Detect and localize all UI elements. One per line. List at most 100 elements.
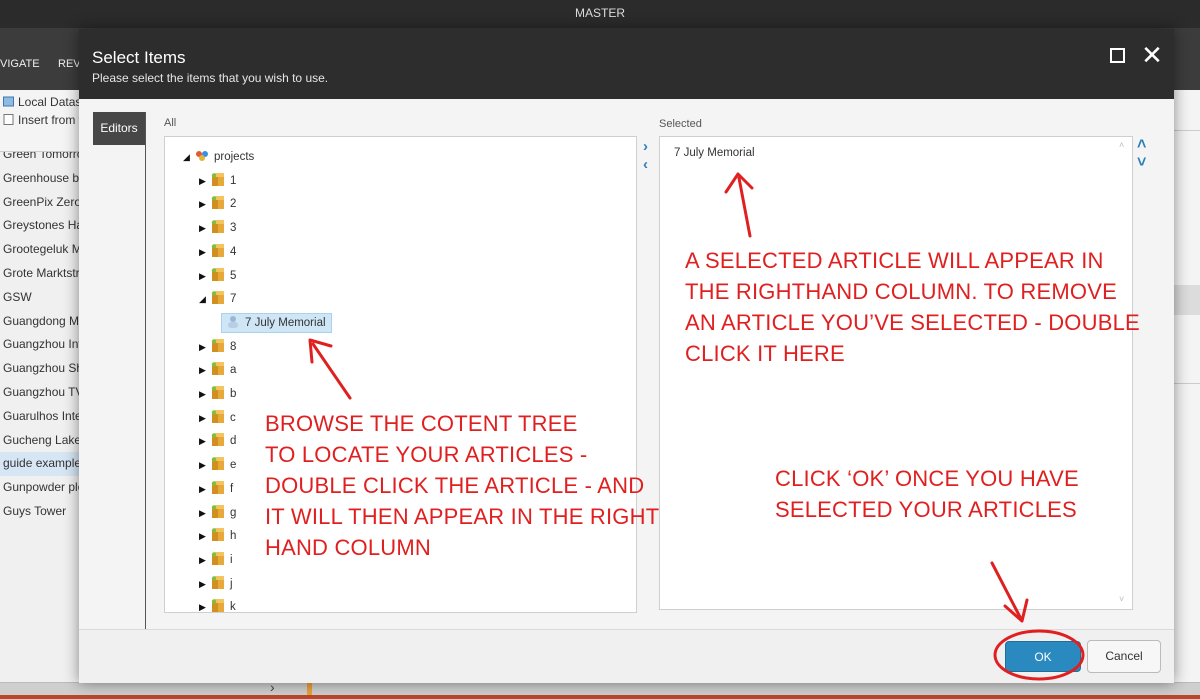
right-panel-strip bbox=[1174, 285, 1200, 315]
tree-item-content: d bbox=[211, 433, 236, 447]
tree-item-label: a bbox=[230, 364, 237, 377]
scroll-down-icon[interactable]: ˅ bbox=[1119, 594, 1124, 604]
list-item[interactable]: Green Tomorro bbox=[0, 152, 80, 167]
list-item[interactable]: GreenPix Zero bbox=[0, 191, 80, 215]
tree-item-content: 8 bbox=[211, 338, 236, 353]
divider bbox=[1174, 383, 1200, 384]
expand-arrow-icon[interactable]: ▶ bbox=[199, 384, 211, 404]
list-item[interactable]: Gucheng Lake bbox=[0, 429, 80, 453]
list-item[interactable]: guide example bbox=[0, 452, 80, 477]
close-icon[interactable]: ✕ bbox=[1141, 41, 1163, 69]
tree-item-content: 7 bbox=[211, 291, 236, 305]
tree-item[interactable]: ◢ 7 bbox=[199, 289, 236, 309]
list-item[interactable]: Grootegeluk M bbox=[0, 238, 80, 262]
tree-item[interactable]: ▶ b bbox=[199, 384, 236, 404]
tree-item[interactable]: ▶ 4 bbox=[199, 242, 236, 262]
tree-item-label: projects bbox=[214, 151, 255, 163]
list-item[interactable]: Greenhouse by bbox=[0, 167, 80, 191]
divider bbox=[145, 112, 146, 629]
selected-list[interactable]: 7 July Memorial ˄ ˅ bbox=[659, 136, 1133, 610]
list-item[interactable]: Guangdong Mu bbox=[0, 310, 80, 334]
list-item[interactable]: Gunpowder plo bbox=[0, 476, 80, 500]
ribbon-tab-navigate[interactable]: VIGATE bbox=[0, 58, 40, 70]
tree-item-content: 7 July Memorial bbox=[221, 312, 332, 333]
projects-icon bbox=[196, 151, 208, 161]
ok-button[interactable]: OK bbox=[1005, 641, 1081, 672]
move-up-button[interactable]: ˄ bbox=[1137, 137, 1146, 153]
expand-arrow-icon[interactable]: ▶ bbox=[199, 360, 211, 380]
cancel-button[interactable]: Cancel bbox=[1087, 640, 1161, 673]
tree-item[interactable]: ▶ 3 bbox=[199, 218, 236, 238]
tree-item[interactable]: ▶ k bbox=[199, 597, 236, 613]
expand-arrow-icon[interactable]: ▶ bbox=[199, 597, 211, 612]
expand-arrow-icon[interactable]: ▶ bbox=[199, 455, 211, 475]
scroll-up-icon[interactable]: ˄ bbox=[1119, 140, 1124, 150]
tree-item[interactable]: ◢ projects bbox=[183, 147, 254, 167]
expand-arrow-icon[interactable]: ▶ bbox=[199, 171, 211, 191]
package-icon bbox=[211, 433, 224, 447]
remove-item-button[interactable]: ‹ bbox=[643, 157, 648, 172]
tree-item-label: b bbox=[230, 388, 237, 400]
expand-arrow-icon[interactable]: ▶ bbox=[199, 479, 211, 499]
expand-arrow-icon[interactable]: ▶ bbox=[199, 503, 211, 523]
package-icon bbox=[211, 480, 224, 494]
tree-item[interactable]: ▶ g bbox=[199, 503, 236, 523]
expand-arrow-icon[interactable]: ▶ bbox=[199, 431, 211, 451]
expand-arrow-icon[interactable]: ▶ bbox=[199, 526, 211, 546]
expand-arrow-icon[interactable]: ▶ bbox=[199, 408, 211, 428]
tree-item-content: projects bbox=[195, 151, 254, 163]
list-item[interactable]: Guarulhos Inte bbox=[0, 405, 80, 429]
list-item[interactable]: Grote Marktstr bbox=[0, 262, 80, 286]
tree-item-label: h bbox=[230, 530, 237, 543]
expand-arrow-icon[interactable]: ▶ bbox=[199, 337, 211, 357]
tree-item-content: b bbox=[211, 386, 236, 400]
list-item[interactable]: Guangzhou She bbox=[0, 357, 80, 381]
dialog-header: Select Items Please select the items tha… bbox=[79, 29, 1174, 99]
maximize-icon[interactable] bbox=[1110, 48, 1125, 63]
expand-arrow-icon[interactable]: ▶ bbox=[199, 574, 211, 594]
collapse-arrow-icon[interactable]: ◢ bbox=[183, 147, 195, 167]
tree-item[interactable]: ▶ i bbox=[199, 550, 233, 570]
tree-item[interactable]: ▶ j bbox=[199, 574, 233, 594]
list-item[interactable]: Guys Tower bbox=[0, 500, 80, 524]
insert-from-button[interactable]: Insert from t bbox=[0, 111, 82, 129]
move-down-button[interactable]: ˅ bbox=[1137, 155, 1146, 171]
package-icon bbox=[211, 457, 224, 471]
list-item[interactable]: GSW bbox=[0, 286, 80, 310]
tree-item-label: k bbox=[230, 601, 236, 613]
tree-item[interactable]: ▶ c bbox=[199, 408, 236, 428]
list-item[interactable]: Greystones Ha bbox=[0, 214, 80, 238]
expand-arrow-icon[interactable]: ▶ bbox=[199, 194, 211, 214]
datasource-icon bbox=[3, 96, 14, 107]
tree-item[interactable]: ▶ 5 bbox=[199, 266, 236, 286]
selected-item[interactable]: 7 July Memorial bbox=[674, 147, 755, 159]
package-icon bbox=[211, 575, 224, 589]
expand-arrow-icon[interactable]: ▶ bbox=[199, 550, 211, 570]
package-icon bbox=[211, 409, 224, 423]
tree-item[interactable]: ▶ f bbox=[199, 479, 233, 499]
tree-item[interactable]: ▶ 8 bbox=[199, 337, 236, 357]
add-item-button[interactable]: › bbox=[643, 139, 648, 154]
expand-arrow-icon[interactable]: ▶ bbox=[199, 242, 211, 262]
expand-arrow-icon[interactable]: ▶ bbox=[199, 266, 211, 286]
package-icon bbox=[211, 528, 224, 542]
tree-item[interactable]: ▶ 2 bbox=[199, 194, 236, 214]
tree-item-label: 4 bbox=[230, 245, 237, 258]
expand-arrow-icon[interactable]: ▶ bbox=[199, 218, 211, 238]
tree-item-content: f bbox=[211, 480, 233, 495]
tree-item[interactable]: 7 July Memorial bbox=[221, 312, 332, 333]
tree-item[interactable]: ▶ a bbox=[199, 360, 236, 380]
tree-item[interactable]: ▶ e bbox=[199, 455, 236, 475]
tree-item[interactable]: ▶ 1 bbox=[199, 171, 236, 191]
local-datasource-button[interactable]: Local Datasc bbox=[0, 93, 87, 111]
tree-item-label: e bbox=[230, 459, 237, 472]
collapse-arrow-icon[interactable]: ◢ bbox=[199, 289, 211, 309]
tree-item[interactable]: ▶ h bbox=[199, 526, 236, 546]
tree-item-label: g bbox=[230, 506, 237, 519]
tree-item[interactable]: ▶ d bbox=[199, 431, 236, 451]
list-item[interactable]: Guangzhou Int bbox=[0, 333, 80, 357]
list-item[interactable]: Guangzhou TV bbox=[0, 381, 80, 405]
tree-item-label: 1 bbox=[230, 174, 237, 187]
tree-item-content: 1 bbox=[211, 172, 236, 187]
tab-editors[interactable]: Editors bbox=[93, 112, 145, 145]
